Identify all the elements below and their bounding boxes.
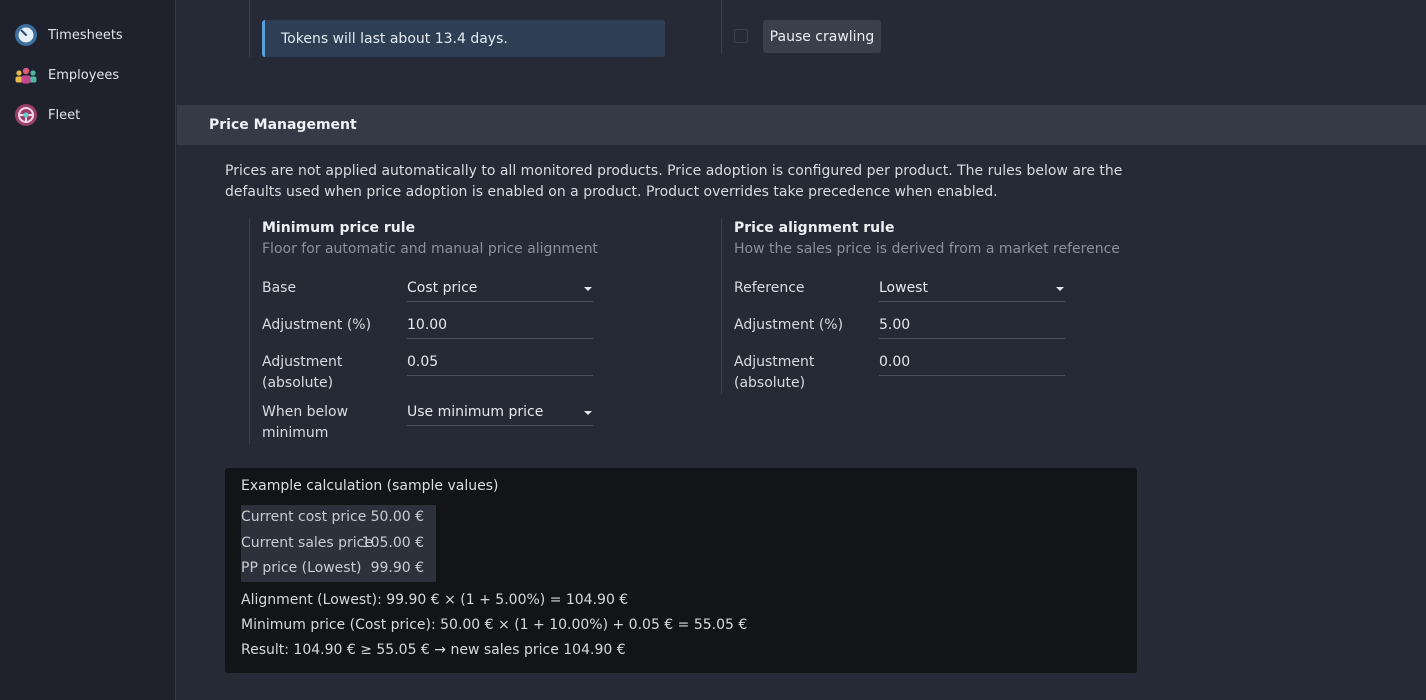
align-adjustment-abs-input[interactable]: 0.00 [879, 351, 1065, 376]
rule-divider [249, 219, 250, 444]
timesheets-icon [14, 23, 38, 47]
min-adjustment-pct-value: 10.00 [407, 317, 448, 333]
sidebar-item-timesheets[interactable]: Timesheets [14, 23, 123, 47]
base-select-value: Cost price [407, 280, 478, 296]
alignment-calculation: Alignment (Lowest): 99.90 € × (1 + 5.00%… [241, 592, 629, 608]
row-value: 105.00 € [361, 535, 424, 551]
token-info-alert: Tokens will last about 13.4 days. [262, 20, 665, 57]
align-adjustment-pct-input[interactable]: 5.00 [879, 314, 1065, 339]
section-header-price-management[interactable]: Price Management [177, 105, 1426, 145]
min-adjustment-pct-label: Adjustment (%) [262, 317, 372, 333]
below-minimum-value: Use minimum price [407, 404, 544, 420]
pause-crawling-checkbox[interactable] [734, 29, 748, 43]
reference-select-value: Lowest [879, 280, 928, 296]
main-content: Tokens will last about 13.4 days. Pause … [177, 0, 1426, 700]
reference-label: Reference [734, 280, 805, 296]
min-adjustment-abs-label: Adjustment (absolute) [262, 354, 343, 391]
align-rule-subtitle: How the sales price is derived from a ma… [734, 241, 1120, 257]
align-adjustment-abs-value: 0.00 [879, 354, 911, 370]
row-label: Current cost price [241, 509, 367, 525]
row-label: Current sales price [241, 535, 373, 551]
divider [249, 0, 250, 57]
align-adjustment-pct-value: 5.00 [879, 317, 911, 333]
min-rule-subtitle: Floor for automatic and manual price ali… [262, 241, 598, 257]
align-adjustment-abs-label: Adjustment (absolute) [734, 354, 815, 391]
sidebar-item-label: Employees [48, 67, 120, 83]
example-title: Example calculation (sample values) [241, 478, 499, 494]
sidebar: Timesheets Employees Fleet [0, 0, 176, 700]
row-value: 99.90 € [370, 560, 424, 576]
sidebar-item-fleet[interactable]: Fleet [14, 103, 80, 127]
sidebar-item-label: Fleet [48, 107, 81, 123]
table-row: PP price (Lowest) 99.90 € [241, 556, 436, 581]
sidebar-item-label: Timesheets [48, 27, 123, 43]
min-adjustment-abs-value: 0.05 [407, 354, 439, 370]
min-rule-title: Minimum price rule [262, 220, 416, 236]
min-adjustment-abs-input[interactable]: 0.05 [407, 351, 593, 376]
row-label: PP price (Lowest) [241, 560, 362, 576]
sidebar-item-employees[interactable]: Employees [14, 63, 119, 87]
table-row: Current cost price 50.00 € [241, 505, 436, 530]
base-select[interactable]: Cost price [407, 277, 593, 302]
price-management-description: Prices are not applied automatically to … [225, 163, 1123, 200]
divider [721, 0, 722, 54]
below-minimum-select[interactable]: Use minimum price [407, 401, 593, 426]
table-row: Current sales price 105.00 € [241, 531, 436, 556]
below-minimum-label: When below minimum [262, 404, 349, 441]
align-rule-title: Price alignment rule [734, 220, 895, 236]
example-calculation-panel: Example calculation (sample values) Curr… [225, 468, 1137, 673]
rule-divider [721, 219, 722, 394]
token-info-text: Tokens will last about 13.4 days. [281, 30, 508, 47]
base-label: Base [262, 280, 297, 296]
row-value: 50.00 € [370, 509, 424, 525]
minimum-calculation: Minimum price (Cost price): 50.00 € × (1… [241, 617, 748, 633]
fleet-icon [14, 103, 38, 127]
employees-icon [14, 63, 38, 87]
pause-crawling-button[interactable]: Pause crawling [763, 20, 881, 53]
section-title: Price Management [209, 117, 357, 133]
example-values-table: Current cost price 50.00 € Current sales… [241, 505, 436, 582]
align-adjustment-pct-label: Adjustment (%) [734, 317, 844, 333]
min-adjustment-pct-input[interactable]: 10.00 [407, 314, 593, 339]
result-calculation: Result: 104.90 € ≥ 55.05 € → new sales p… [241, 642, 626, 658]
reference-select[interactable]: Lowest [879, 277, 1065, 302]
